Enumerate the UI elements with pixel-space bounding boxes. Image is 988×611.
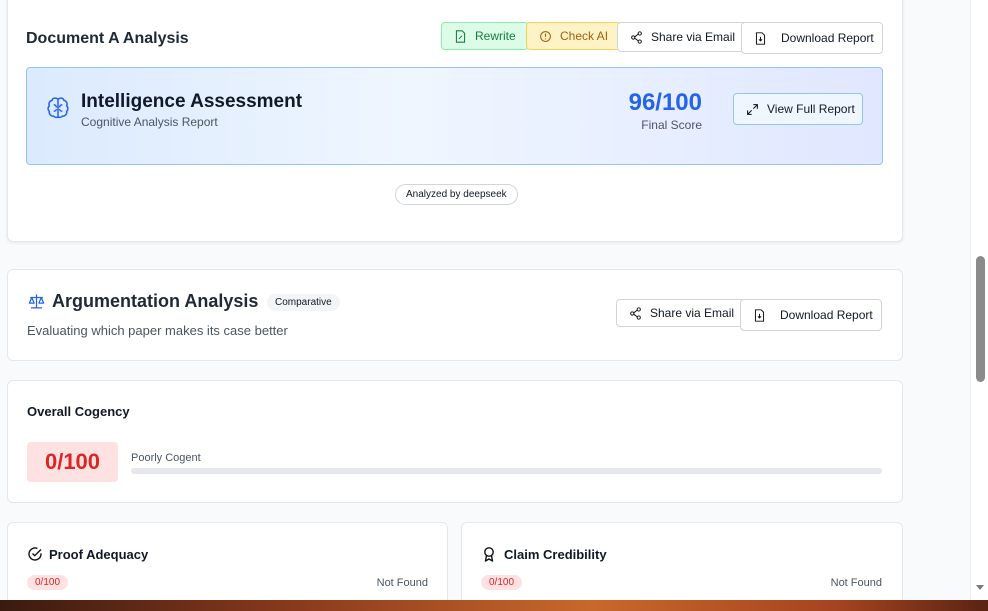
overall-cogency-card xyxy=(7,380,903,503)
argumentation-download-button[interactable]: Download Report xyxy=(740,299,882,331)
download-report-button[interactable]: Download Report xyxy=(741,22,883,54)
check-ai-label: Check AI xyxy=(560,29,609,43)
download-icon xyxy=(754,308,765,322)
final-score-label: Final Score xyxy=(641,118,702,132)
proof-score-badge: 0/100 xyxy=(27,575,69,590)
check-ai-button[interactable]: Check AI xyxy=(526,22,622,50)
cogency-score: 0/100 xyxy=(27,442,118,482)
argumentation-share-button[interactable]: Share via Email xyxy=(616,299,748,327)
share-icon xyxy=(630,306,641,320)
check-circle-icon xyxy=(28,547,42,561)
proof-adequacy-title: Proof Adequacy xyxy=(49,547,149,562)
page-viewport: Document A Analysis Rewrite Check AI Sha… xyxy=(0,0,970,600)
document-title: Document A Analysis xyxy=(26,30,189,47)
rewrite-label: Rewrite xyxy=(475,29,516,43)
scroll-down-arrow-icon[interactable] xyxy=(976,585,984,590)
cogency-title: Overall Cogency xyxy=(27,404,130,419)
cogency-progress-track xyxy=(131,468,882,474)
brain-icon xyxy=(47,97,69,119)
final-score-value: 96/100 xyxy=(628,89,702,116)
cogency-rating: Poorly Cogent xyxy=(131,452,201,464)
download-icon xyxy=(755,31,766,45)
claim-status: Not Found xyxy=(830,577,882,589)
comparative-badge: Comparative xyxy=(267,294,340,311)
desktop-taskbar-strip xyxy=(0,600,988,611)
argumentation-download-label: Download Report xyxy=(780,308,873,322)
rewrite-icon xyxy=(455,29,466,43)
argumentation-title: Argumentation Analysis xyxy=(52,291,259,311)
expand-icon xyxy=(747,103,758,115)
argumentation-subtitle: Evaluating which paper makes its case be… xyxy=(27,323,288,338)
download-report-label: Download Report xyxy=(781,31,874,45)
scale-icon xyxy=(28,294,45,309)
rewrite-button[interactable]: Rewrite xyxy=(441,22,529,50)
claim-credibility-title: Claim Credibility xyxy=(504,547,607,562)
page-scrollbar[interactable] xyxy=(970,0,988,600)
analyzed-by-badge: Analyzed by deepseek xyxy=(395,184,518,205)
check-ai-icon xyxy=(540,30,551,42)
award-icon xyxy=(484,547,494,562)
scrollbar-thumb[interactable] xyxy=(976,256,985,382)
assessment-subtitle: Cognitive Analysis Report xyxy=(81,115,218,129)
share-email-label: Share via Email xyxy=(651,30,736,44)
claim-score-badge: 0/100 xyxy=(481,575,523,590)
proof-status: Not Found xyxy=(376,577,428,589)
share-email-button[interactable]: Share via Email xyxy=(617,22,749,52)
assessment-title: Intelligence Assessment xyxy=(81,91,303,112)
argumentation-share-label: Share via Email xyxy=(650,306,735,320)
view-full-report-label: View Full Report xyxy=(767,102,855,116)
view-full-report-button[interactable]: View Full Report xyxy=(733,93,863,125)
share-icon xyxy=(631,30,642,44)
